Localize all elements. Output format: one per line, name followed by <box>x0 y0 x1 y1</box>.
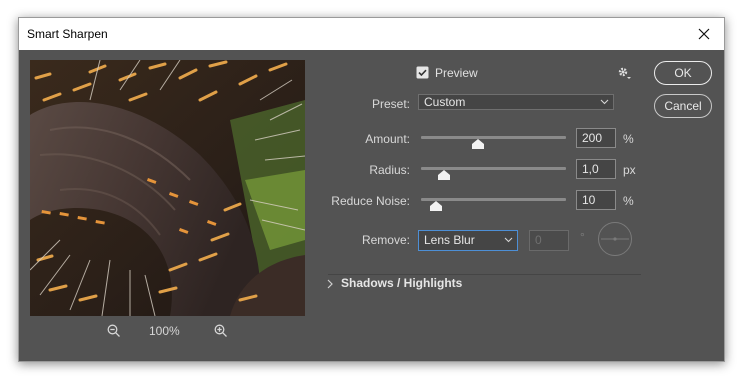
angle-unit: ° <box>580 230 585 244</box>
preview-checkbox[interactable] <box>416 66 429 84</box>
close-button[interactable] <box>684 18 724 50</box>
reduce-noise-label: Reduce Noise: <box>331 194 410 208</box>
preset-dropdown[interactable]: Custom <box>418 94 614 110</box>
radius-label: Radius: <box>369 163 410 177</box>
reduce-noise-unit: % <box>623 194 634 208</box>
preview-image[interactable] <box>30 60 305 316</box>
section-divider <box>328 274 641 275</box>
cancel-button[interactable]: Cancel <box>654 94 712 118</box>
angle-dial <box>597 221 633 262</box>
preview-image-graphic <box>30 60 305 316</box>
window-title: Smart Sharpen <box>27 27 108 41</box>
chevron-down-icon <box>600 95 609 112</box>
ok-button[interactable]: OK <box>654 61 712 85</box>
remove-label: Remove: <box>361 233 410 247</box>
amount-unit: % <box>623 132 634 146</box>
checkbox-icon <box>416 66 429 79</box>
zoom-in-button[interactable] <box>214 324 228 341</box>
shadows-highlights-label: Shadows / Highlights <box>341 276 463 290</box>
radius-input[interactable]: 1,0 <box>576 159 616 179</box>
zoom-out-icon <box>107 324 120 337</box>
zoom-level: 100% <box>149 324 180 338</box>
reduce-noise-slider[interactable] <box>421 198 566 201</box>
chevron-right-icon <box>327 279 333 289</box>
angle-dial-icon <box>598 222 632 256</box>
zoom-out-button[interactable] <box>107 324 121 341</box>
radius-unit: px <box>623 163 636 177</box>
preset-value: Custom <box>424 95 466 109</box>
radius-slider-thumb[interactable] <box>438 170 451 180</box>
amount-input[interactable]: 200 <box>576 128 616 148</box>
preview-label: Preview <box>435 66 478 80</box>
reduce-noise-slider-thumb[interactable] <box>429 201 442 211</box>
remove-dropdown[interactable]: Lens Blur <box>418 230 518 251</box>
close-icon <box>698 28 710 40</box>
smart-sharpen-dialog: Smart Sharpen 100% Preview OK Cancel Pre… <box>18 17 725 362</box>
reduce-noise-input[interactable]: 10 <box>576 190 616 210</box>
remove-value: Lens Blur <box>424 233 475 247</box>
amount-label: Amount: <box>365 132 410 146</box>
title-bar[interactable]: Smart Sharpen <box>19 18 724 50</box>
amount-slider-thumb[interactable] <box>471 139 484 149</box>
preset-label: Preset: <box>371 97 410 111</box>
zoom-in-icon <box>214 324 227 337</box>
angle-input: 0 <box>529 230 569 251</box>
settings-button[interactable] <box>617 66 631 85</box>
amount-slider[interactable] <box>421 136 566 139</box>
chevron-down-icon <box>504 233 513 253</box>
gear-icon <box>618 67 631 79</box>
